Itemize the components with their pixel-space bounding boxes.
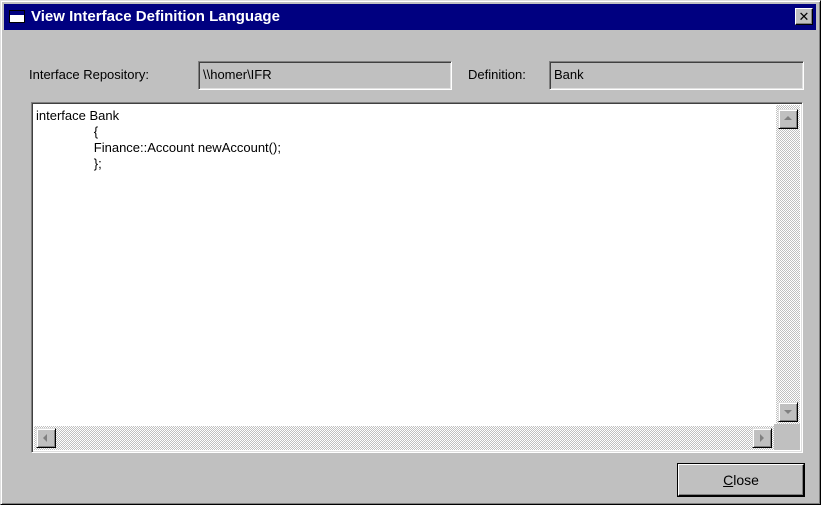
arrow-up-icon: [784, 116, 792, 120]
title-bar[interactable]: View Interface Definition Language ✕: [4, 4, 816, 30]
definition-field[interactable]: Bank: [549, 61, 804, 90]
repository-field[interactable]: \\homer\IFR: [198, 61, 452, 90]
vertical-scrollbar[interactable]: [776, 105, 800, 424]
scroll-left-button[interactable]: [36, 428, 56, 448]
close-button-mnemonic: C: [723, 472, 734, 488]
window-icon: [9, 10, 25, 23]
definition-label: Definition:: [468, 67, 526, 82]
idl-code[interactable]: interface Bank { Finance::Account newAcc…: [36, 108, 281, 172]
close-icon[interactable]: ✕: [795, 8, 813, 25]
repository-label: Interface Repository:: [29, 67, 149, 82]
close-button-label: lose: [733, 472, 759, 488]
idl-dialog: View Interface Definition Language ✕ Int…: [0, 0, 821, 505]
horizontal-scrollbar[interactable]: [34, 426, 774, 450]
scroll-down-button[interactable]: [778, 402, 798, 422]
scrollbar-corner: [774, 424, 800, 450]
idl-text-area[interactable]: interface Bank { Finance::Account newAcc…: [31, 102, 803, 453]
scroll-right-button[interactable]: [752, 428, 772, 448]
close-button[interactable]: Close: [678, 464, 804, 496]
arrow-right-icon: [760, 434, 764, 442]
scroll-up-button[interactable]: [778, 109, 798, 129]
arrow-left-icon: [43, 434, 47, 442]
arrow-down-icon: [784, 410, 792, 414]
window-title: View Interface Definition Language: [31, 8, 280, 25]
